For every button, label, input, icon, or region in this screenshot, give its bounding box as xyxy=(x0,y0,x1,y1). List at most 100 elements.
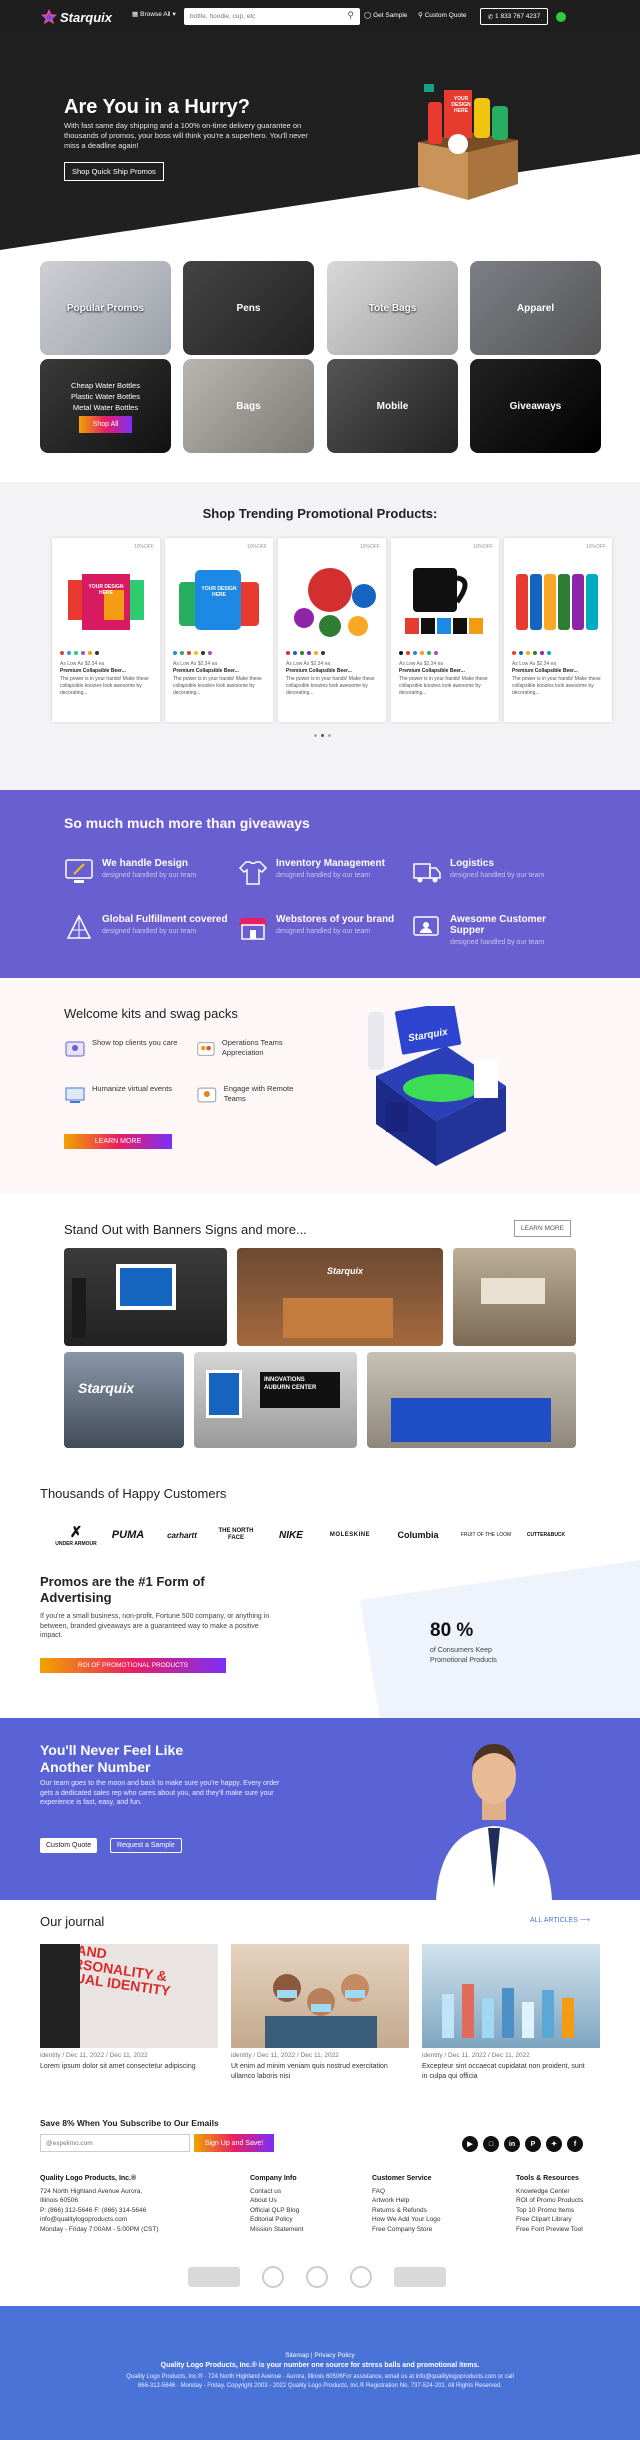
category-tile-water-bottles[interactable]: Cheap Water Bottles Plastic Water Bottle… xyxy=(40,359,171,453)
category-tile-pens[interactable]: Pens xyxy=(183,261,314,355)
color-swatches[interactable] xyxy=(286,651,325,655)
color-swatches[interactable] xyxy=(399,651,438,655)
customer-logo-text: MOLESKINE xyxy=(329,1532,371,1538)
footer-link[interactable]: Top 10 Promo Items xyxy=(516,2206,583,2216)
carousel-dot[interactable] xyxy=(328,734,331,737)
footer-phone[interactable]: P: (866) 312-5646 F: (866) 314-5646 xyxy=(40,2206,158,2216)
footer-hours: Monday - Friday 7:00AM - 5:00PM (CST) xyxy=(40,2225,159,2233)
feature-item: Inventory Management designed handled by … xyxy=(238,858,385,886)
chat-status-icon[interactable] xyxy=(556,12,566,22)
journal-excerpt[interactable]: Excepteur sint occaecat cupidatat non pr… xyxy=(422,2062,592,2081)
grid-icon: ▦ xyxy=(132,11,139,18)
browse-all-menu[interactable]: ▦ Browse All ▾ xyxy=(132,10,176,19)
category-tile-bags[interactable]: Bags xyxy=(183,359,314,453)
color-swatches[interactable] xyxy=(60,651,99,655)
carousel-dot[interactable] xyxy=(314,734,317,737)
journal-image[interactable] xyxy=(231,1944,409,2048)
customer-logo-carhartt: carhartt xyxy=(158,1522,206,1548)
subscribe-button[interactable]: Sign Up and Save! xyxy=(194,2134,274,2152)
product-card[interactable]: 10%OFF As Low As $2.34 ea Premium Collap… xyxy=(504,538,612,722)
journal-image[interactable] xyxy=(422,1944,600,2048)
search-input[interactable] xyxy=(190,11,340,22)
footer-link[interactable]: Artwork Help xyxy=(372,2196,441,2206)
footer-sitemap-links[interactable]: Sitemap | Privacy Policy xyxy=(0,2352,640,2359)
footer-link[interactable]: Returns & Refunds xyxy=(372,2206,441,2216)
footer-link[interactable]: ROI of Promo Products xyxy=(516,2196,583,2206)
color-swatches[interactable] xyxy=(173,651,212,655)
request-sample-button[interactable]: Request a Sample xyxy=(110,1838,182,1853)
product-title[interactable]: Premium Collapsible Beer... xyxy=(286,668,352,674)
footer-email[interactable]: info@qualitylogoproducts.com xyxy=(40,2215,158,2225)
shop-all-button[interactable]: Shop All xyxy=(78,415,133,433)
carousel-pagination[interactable] xyxy=(314,734,331,737)
banner-photo xyxy=(367,1352,576,1448)
all-articles-link[interactable]: ALL ARTICLES ⟶ xyxy=(530,1916,590,1924)
product-image xyxy=(179,570,259,630)
wall-sign xyxy=(206,1370,242,1418)
category-tile-mobile[interactable]: Mobile xyxy=(327,359,458,453)
phone-button[interactable]: ✆ 1 833 767 4237 xyxy=(480,8,548,25)
youtube-icon[interactable]: ▶ xyxy=(462,2136,478,2152)
facebook-icon[interactable]: f xyxy=(567,2136,583,2152)
banner-photo: Starquix xyxy=(237,1248,443,1346)
search-box[interactable]: ⚲ xyxy=(184,8,360,25)
roi-button[interactable]: ROI OF PROMOTIONAL PRODUCTS xyxy=(40,1658,226,1673)
footer-link[interactable]: Free Clipart Library xyxy=(516,2215,583,2225)
feature-item: Logistics designed handled by our team xyxy=(412,858,544,886)
product-card[interactable]: 10%OFF As Low As $2.34 ea Premium Collap… xyxy=(391,538,499,722)
get-sample-link[interactable]: ◯ Get Sample xyxy=(364,11,407,19)
subscribe-email-input[interactable] xyxy=(40,2134,190,2152)
features-title: So much much more than giveaways xyxy=(64,815,310,831)
footer-link[interactable]: Knowledge Center xyxy=(516,2187,583,2197)
sales-rep-photo xyxy=(436,1744,552,1900)
all-articles-label: ALL ARTICLES xyxy=(530,1917,578,1924)
product-card[interactable]: 10%OFF YOUR DESIGN HERE As Low As $2.34 … xyxy=(52,538,160,722)
product-title[interactable]: Premium Collapsible Beer... xyxy=(399,668,465,674)
footer-link[interactable]: Official QLP Blog xyxy=(250,2206,303,2216)
category-label: Mobile xyxy=(376,400,409,412)
subscribe-title: Save 8% When You Subscribe to Our Emails xyxy=(40,2118,219,2128)
footer-link[interactable]: Free Company Store xyxy=(372,2225,441,2235)
site-logo[interactable]: Starquix xyxy=(40,8,112,26)
instagram-icon[interactable]: □ xyxy=(483,2136,499,2152)
product-card[interactable]: 10%OFF YOUR DESIGN HERE As Low As $2.34 … xyxy=(165,538,273,722)
product-title[interactable]: Premium Collapsible Beer... xyxy=(173,668,239,674)
quick-ship-button[interactable]: Shop Quick Ship Promos xyxy=(64,162,164,181)
product-title[interactable]: Premium Collapsible Beer... xyxy=(60,668,126,674)
footer-link[interactable]: Contact us xyxy=(250,2187,303,2197)
footer-link[interactable]: FAQ xyxy=(372,2187,441,2197)
pinterest-icon[interactable]: P xyxy=(525,2136,541,2152)
product-image xyxy=(294,568,376,637)
journal-image[interactable]: BRAND PERSONALITY & VISUAL IDENTITY xyxy=(40,1944,218,2048)
feature-subtitle: designed handled by our team xyxy=(102,928,197,935)
footer-link[interactable]: How We Add Your Logo xyxy=(372,2215,441,2225)
product-image xyxy=(516,574,598,630)
product-description: The power is in your hands! Make these c… xyxy=(286,676,375,696)
search-icon[interactable]: ⚲ xyxy=(347,10,354,21)
linkedin-icon[interactable]: in xyxy=(504,2136,520,2152)
feature-item: Webstores of your brand designed handled … xyxy=(238,914,394,942)
color-swatches[interactable] xyxy=(512,651,551,655)
category-tile-apparel[interactable]: Apparel xyxy=(470,261,601,355)
custom-quote-button[interactable]: Custom Quote xyxy=(40,1838,98,1853)
category-tile-popular-promos[interactable]: Popular Promos xyxy=(40,261,171,355)
customers-title: Thousands of Happy Customers xyxy=(40,1486,227,1501)
footer-link[interactable]: Editorial Policy xyxy=(250,2215,303,2225)
banners-learn-more-button[interactable]: LEARN MORE xyxy=(514,1220,571,1237)
category-label: Pens xyxy=(236,302,261,314)
footer-link[interactable]: Mission Statement xyxy=(250,2225,303,2235)
category-tile-giveaways[interactable]: Giveaways xyxy=(470,359,601,453)
product-card[interactable]: 10%OFF As Low As $2.34 ea Premium Collap… xyxy=(278,538,386,722)
product-title[interactable]: Premium Collapsible Beer... xyxy=(512,668,578,674)
twitter-icon[interactable]: ✦ xyxy=(546,2136,562,2152)
custom-quote-link[interactable]: ⚲ Custom Quote xyxy=(418,11,467,19)
carousel-dot-active[interactable] xyxy=(321,734,324,737)
journal-excerpt[interactable]: Ut enim ad minim veniam quis nostrud exe… xyxy=(231,2062,401,2081)
monitor-edge xyxy=(40,1944,80,2048)
arrow-right-icon: ⟶ xyxy=(579,1917,590,1924)
footer-link[interactable]: Free Font Preview Tool xyxy=(516,2225,583,2235)
footer-link[interactable]: About Us xyxy=(250,2196,303,2206)
kits-learn-more-button[interactable]: LEARN MORE xyxy=(64,1134,172,1149)
category-tile-tote-bags[interactable]: Tote Bags xyxy=(327,261,458,355)
journal-excerpt[interactable]: Lorem ipsum dolor sit amet consectetur a… xyxy=(40,2062,210,2072)
